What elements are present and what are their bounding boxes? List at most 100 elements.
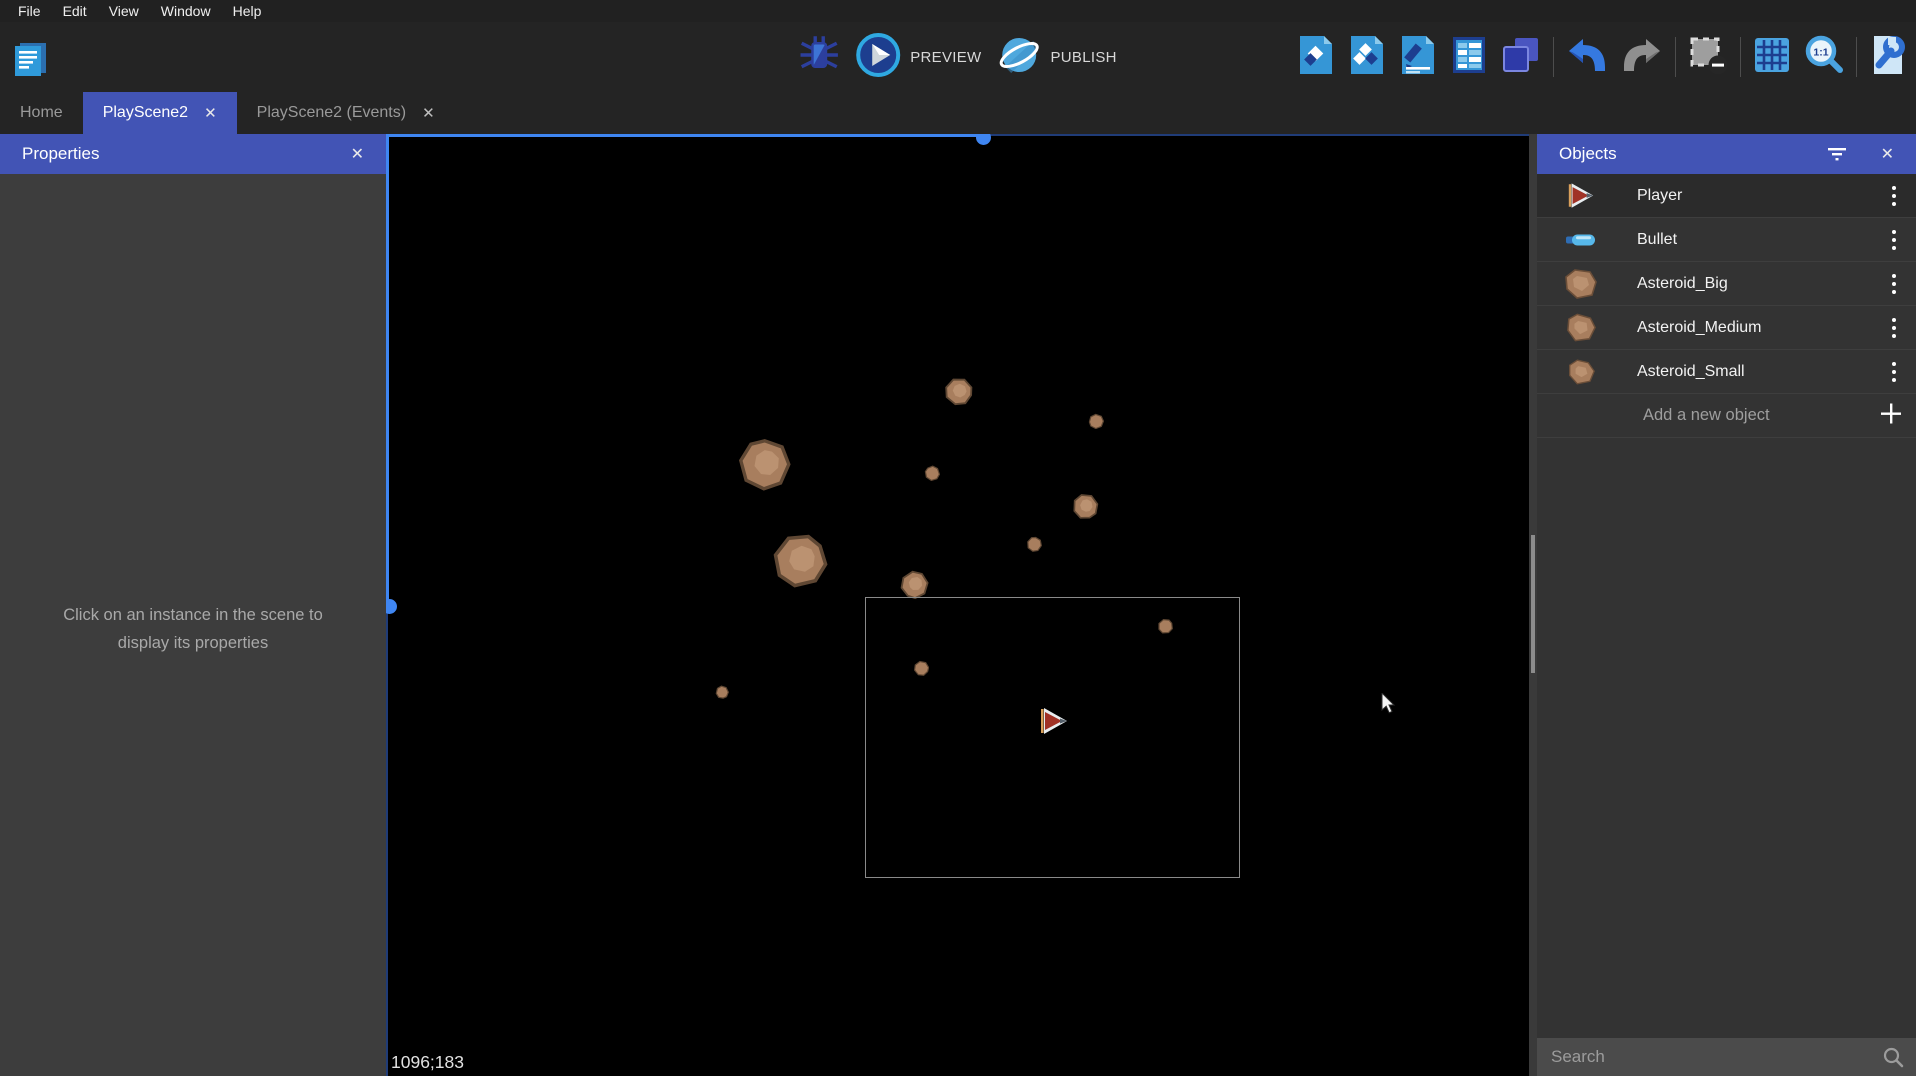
- objects-panel-header: Objects ✕: [1537, 134, 1916, 174]
- zoom-reset-button[interactable]: 1:1: [1803, 34, 1845, 81]
- window-border-left: [386, 606, 388, 1076]
- bullet-icon: [1559, 232, 1603, 248]
- window-border-top: [983, 134, 1529, 136]
- canvas-scrollbar-thumb[interactable]: [1531, 535, 1535, 673]
- player-ship-icon: [1559, 183, 1603, 208]
- objects-title: Objects: [1559, 144, 1617, 164]
- instances-list-icon: [1449, 34, 1489, 76]
- redo-button[interactable]: [1620, 35, 1664, 80]
- zoom-reset-label: 1:1: [1813, 46, 1828, 58]
- tab-playscene2[interactable]: PlayScene2 ✕: [83, 92, 237, 134]
- properties-panel-header: Properties ✕: [0, 134, 386, 174]
- menu-item-edit[interactable]: Edit: [53, 3, 97, 19]
- scene-canvas[interactable]: 1096;183: [386, 134, 1529, 1076]
- asteroid-instance[interactable]: [1026, 536, 1043, 558]
- asteroid-icon: [1559, 359, 1603, 385]
- grid-icon: [1752, 35, 1792, 75]
- mouse-cursor: [1381, 693, 1396, 719]
- object-row-player[interactable]: Player: [1537, 174, 1916, 218]
- scene-properties-button[interactable]: [1868, 34, 1908, 81]
- object-label: Asteroid_Small: [1637, 363, 1745, 381]
- player-instance[interactable]: [1038, 708, 1070, 739]
- toolbar-separator: [1553, 37, 1554, 77]
- play-icon: [855, 32, 901, 83]
- object-row-asteroid-small[interactable]: Asteroid_Small: [1537, 350, 1916, 394]
- add-object-label: Add a new object: [1643, 406, 1770, 425]
- menu-item-view[interactable]: View: [99, 3, 149, 19]
- canvas-scrollbar-track[interactable]: [1529, 134, 1537, 1076]
- close-icon[interactable]: ✕: [1881, 144, 1894, 164]
- asteroid-icon: [1559, 269, 1603, 299]
- tab-label: Home: [20, 104, 63, 122]
- menu-item-window[interactable]: Window: [151, 3, 221, 19]
- asteroid-instance[interactable]: [770, 531, 830, 596]
- tab-playscene2-events[interactable]: PlayScene2 (Events) ✕: [237, 92, 455, 134]
- kebab-menu-icon[interactable]: [1888, 314, 1900, 342]
- object-label: Asteroid_Big: [1637, 275, 1728, 293]
- filter-icon[interactable]: [1827, 147, 1847, 161]
- menu-item-file[interactable]: File: [8, 3, 51, 19]
- close-icon[interactable]: ✕: [351, 144, 364, 164]
- project-manager-icon: [10, 66, 50, 83]
- debug-button[interactable]: [799, 35, 839, 80]
- objects-panel-icon: [1296, 34, 1336, 76]
- cursor-coordinates: 1096;183: [391, 1052, 464, 1073]
- close-icon[interactable]: ✕: [204, 104, 217, 122]
- asteroid-instance[interactable]: [715, 685, 729, 704]
- project-manager-button[interactable]: [10, 39, 50, 79]
- menubar: File Edit View Window Help: [0, 0, 1916, 22]
- asteroid-instance[interactable]: [736, 436, 794, 499]
- properties-placeholder-text: Click on an instance in the scene to dis…: [38, 602, 348, 657]
- tab-home[interactable]: Home: [0, 92, 83, 134]
- asteroid-instance[interactable]: [1088, 413, 1105, 435]
- kebab-menu-icon[interactable]: [1888, 182, 1900, 210]
- publish-button[interactable]: PUBLISH: [997, 33, 1116, 82]
- layers-panel-button[interactable]: [1500, 34, 1542, 81]
- properties-panel: Properties ✕ Click on an instance in the…: [0, 134, 386, 1076]
- object-groups-button[interactable]: [1347, 34, 1387, 81]
- globe-icon: [997, 33, 1041, 82]
- undo-button[interactable]: [1565, 35, 1609, 80]
- zoom-reset-icon: 1:1: [1803, 34, 1845, 76]
- instances-list-button[interactable]: [1449, 34, 1489, 81]
- tabbar: Home PlayScene2 ✕ PlayScene2 (Events) ✕: [0, 92, 1916, 134]
- preview-button[interactable]: PREVIEW: [855, 32, 981, 83]
- kebab-menu-icon[interactable]: [1888, 226, 1900, 254]
- objects-panel: Objects ✕ Player: [1537, 134, 1916, 1076]
- add-object-row[interactable]: Add a new object: [1537, 394, 1916, 438]
- kebab-menu-icon[interactable]: [1888, 358, 1900, 386]
- window-border-left: [386, 134, 389, 606]
- redo-icon: [1620, 35, 1664, 75]
- close-icon[interactable]: ✕: [422, 104, 435, 122]
- kebab-menu-icon[interactable]: [1888, 270, 1900, 298]
- search-input[interactable]: [1537, 1038, 1882, 1076]
- object-label: Bullet: [1637, 231, 1677, 249]
- asteroid-instance[interactable]: [943, 376, 974, 412]
- objects-panel-button[interactable]: [1296, 34, 1336, 81]
- asteroid-instance[interactable]: [924, 465, 941, 487]
- deselect-button[interactable]: [1687, 34, 1729, 81]
- window-resize-handle[interactable]: [386, 599, 397, 614]
- preview-label: PREVIEW: [910, 49, 981, 66]
- asteroid-icon: [1559, 313, 1603, 342]
- tab-label: PlayScene2 (Events): [257, 104, 406, 122]
- properties-panel-icon: [1398, 34, 1438, 76]
- window-resize-handle[interactable]: [976, 134, 991, 145]
- object-row-asteroid-big[interactable]: Asteroid_Big: [1537, 262, 1916, 306]
- tab-label: PlayScene2: [103, 104, 188, 122]
- properties-panel-button[interactable]: [1398, 34, 1438, 81]
- layers-panel-icon: [1500, 34, 1542, 76]
- object-row-asteroid-medium[interactable]: Asteroid_Medium: [1537, 306, 1916, 350]
- objects-search-bar: [1537, 1038, 1916, 1076]
- grid-button[interactable]: [1752, 35, 1792, 80]
- bug-icon: [799, 35, 839, 80]
- menu-item-help[interactable]: Help: [223, 3, 272, 19]
- properties-title: Properties: [22, 144, 99, 164]
- toolbar-separator: [1856, 37, 1857, 77]
- deselect-icon: [1687, 34, 1729, 76]
- object-row-bullet[interactable]: Bullet: [1537, 218, 1916, 262]
- undo-icon: [1565, 35, 1609, 75]
- plus-icon[interactable]: [1880, 402, 1902, 429]
- object-label: Player: [1637, 187, 1682, 205]
- asteroid-instance[interactable]: [1071, 492, 1100, 526]
